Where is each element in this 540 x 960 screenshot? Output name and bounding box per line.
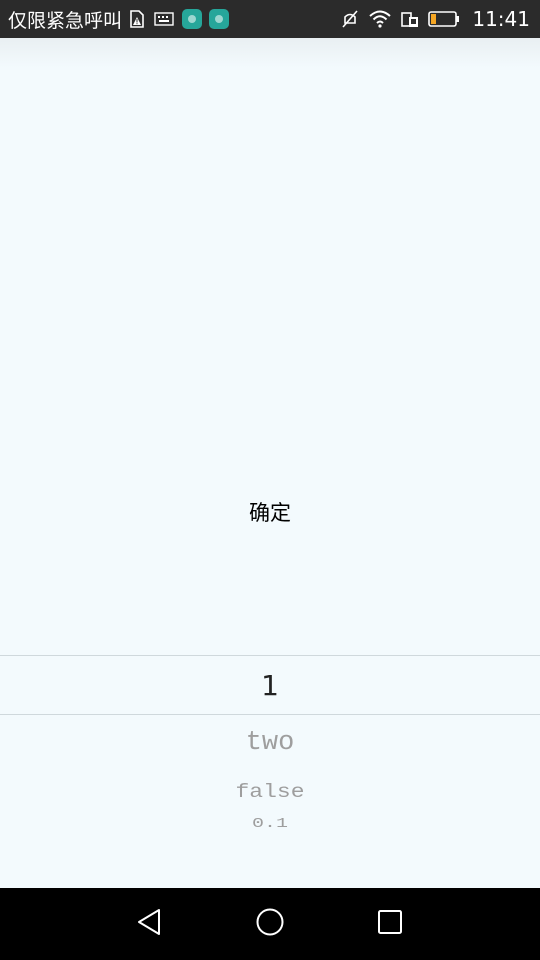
picker-selected-item[interactable]: 1 — [0, 655, 540, 715]
huawei-app-icon — [209, 9, 230, 29]
recent-apps-icon — [376, 908, 404, 940]
confirm-button[interactable]: 确定 — [190, 490, 350, 534]
status-right: 11:41 — [340, 0, 530, 38]
picker-item[interactable]: 0.1 — [0, 816, 540, 827]
mute-icon — [340, 7, 360, 31]
sim-card-warning-icon — [128, 7, 146, 31]
status-bar: 仅限紧急呼叫 11:41 — [0, 0, 540, 38]
status-left: 仅限紧急呼叫 — [8, 0, 236, 38]
recent-apps-button[interactable] — [368, 902, 412, 946]
home-icon — [255, 907, 285, 941]
huawei-app-icon — [182, 9, 203, 29]
carrier-text: 仅限紧急呼叫 — [8, 9, 123, 32]
back-button[interactable] — [128, 902, 172, 946]
picker-item[interactable]: false — [0, 777, 540, 806]
back-icon — [136, 907, 164, 941]
main-content: 确定 1 two false 0.1 — [0, 38, 540, 888]
home-button[interactable] — [248, 902, 292, 946]
dual-sim-icon — [400, 7, 420, 31]
wheel-picker[interactable]: 1 two false 0.1 — [0, 628, 540, 888]
keyboard-icon — [154, 7, 174, 31]
picker-item[interactable]: two — [0, 723, 540, 763]
clock: 11:41 — [472, 7, 530, 31]
wifi-icon — [368, 7, 392, 31]
toolbar-shadow — [0, 38, 540, 68]
battery-low-icon — [428, 7, 460, 31]
navigation-bar — [0, 888, 540, 960]
